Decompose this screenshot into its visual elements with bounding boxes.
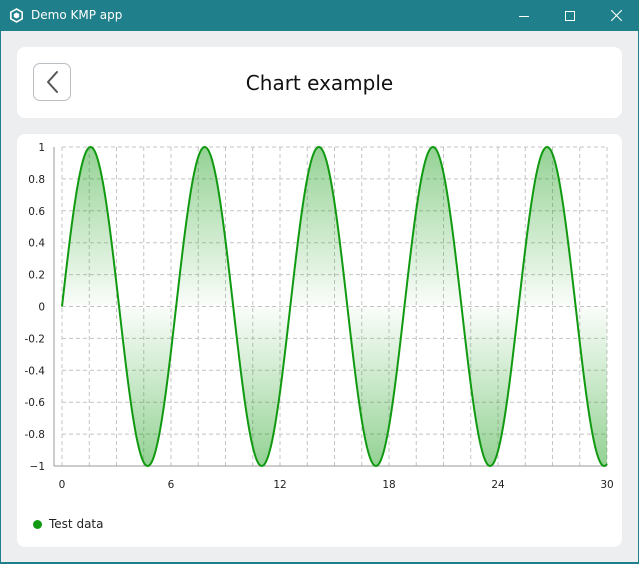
maximize-icon: [565, 10, 575, 21]
y-tick-label: 0.8: [28, 174, 45, 186]
title-bar[interactable]: Demo KMP app: [0, 0, 639, 31]
minimize-button[interactable]: [501, 0, 547, 31]
y-tick-label: 0.2: [28, 270, 45, 282]
minimize-icon: [519, 15, 529, 17]
x-tick-label: 0: [59, 479, 66, 491]
x-tick-label: 18: [382, 479, 395, 491]
content-area: Chart example 1 0.8 0.6 0.4 0.2 0 -0.2 -0.4 -0.6…: [1, 31, 638, 562]
chart-legend: Test data: [33, 516, 103, 532]
close-button[interactable]: [593, 0, 639, 31]
legend-label: Test data: [49, 517, 104, 531]
y-tick-label: -0.2: [25, 333, 46, 345]
y-tick-label: −1: [30, 461, 45, 473]
maximize-button[interactable]: [547, 0, 593, 31]
back-button[interactable]: [33, 63, 71, 101]
y-tick-label: 0: [38, 302, 45, 314]
line-chart: 1 0.8 0.6 0.4 0.2 0 -0.2 -0.4 -0.6 -0.8 −1 0 6 12 18 24…: [25, 142, 614, 491]
close-icon: [610, 10, 622, 21]
x-tick-label: 12: [273, 479, 286, 491]
y-tick-label: -0.4: [25, 365, 46, 377]
page-title: Chart example: [245, 70, 394, 95]
x-tick-label: 6: [168, 479, 175, 491]
window-title: Demo KMP app: [31, 8, 123, 22]
y-tick-label: 1: [38, 142, 45, 154]
y-tick-label: -0.8: [25, 429, 46, 441]
header-card: Chart example: [17, 47, 622, 118]
y-tick-label: -0.6: [25, 397, 46, 409]
y-tick-label: 0.4: [28, 238, 45, 250]
chart-card: 1 0.8 0.6 0.4 0.2 0 -0.2 -0.4 -0.6 -0.8 −1 0 6 12 18 24…: [17, 134, 622, 547]
chevron-left-icon: [47, 71, 58, 93]
x-tick-label: 30: [600, 479, 613, 491]
y-tick-label: 0.6: [28, 206, 45, 218]
app-logo-icon: [9, 8, 23, 23]
app-window: Demo KMP app Chart example 1 0.8 0.6 0.4 0.2…: [0, 0, 639, 564]
legend-marker: [33, 519, 42, 529]
x-tick-label: 24: [491, 479, 505, 491]
